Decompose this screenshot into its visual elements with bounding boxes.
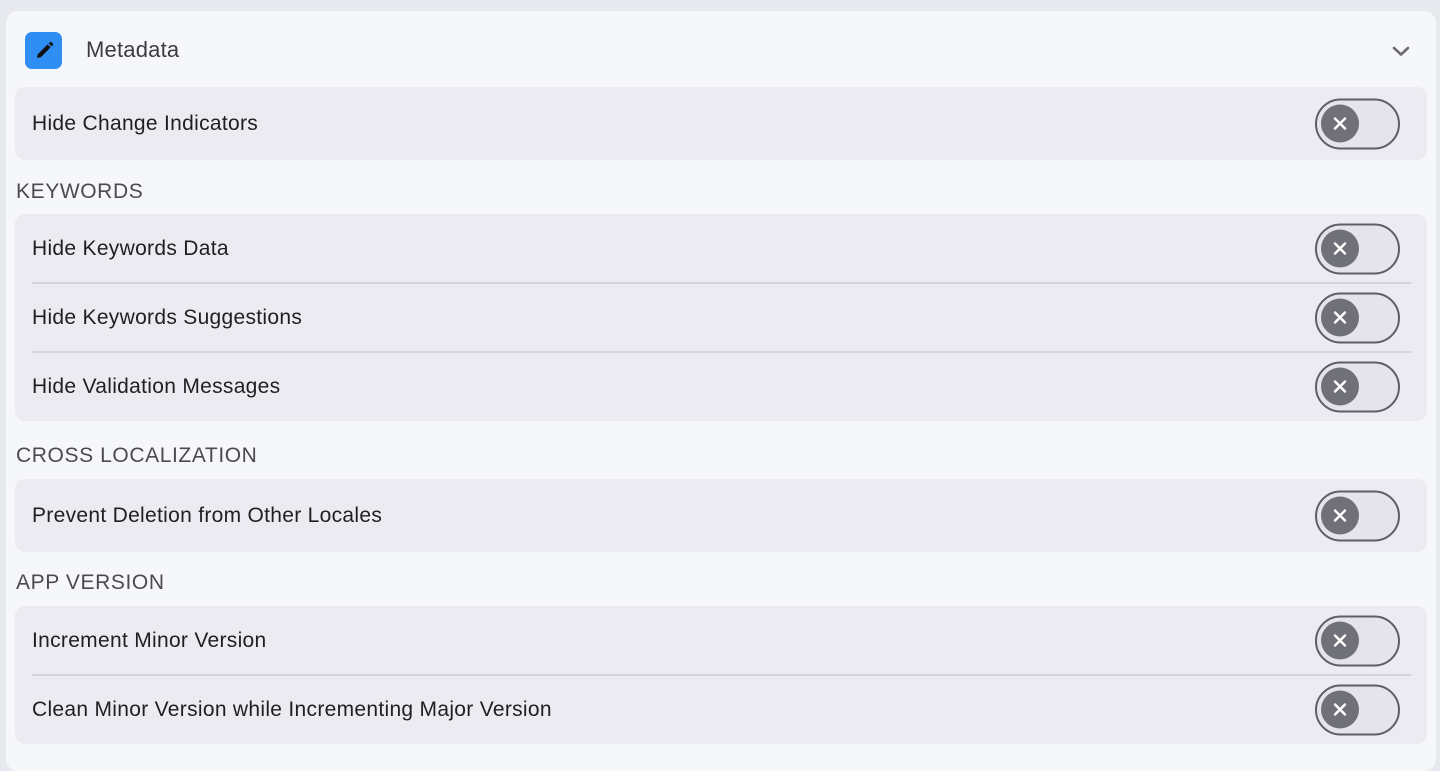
setting-row: Prevent Deletion from Other Locales bbox=[15, 479, 1427, 552]
metadata-panel: Metadata Hide Change Indicators KEYWORDS… bbox=[6, 11, 1436, 771]
section-label-cross-localization: CROSS LOCALIZATION bbox=[16, 444, 258, 467]
hide-change-indicators-toggle[interactable] bbox=[1315, 98, 1400, 149]
toggle-knob bbox=[1321, 690, 1359, 728]
x-icon bbox=[1333, 241, 1347, 255]
settings-card-app-version: Increment Minor Version Clean Minor Vers… bbox=[15, 606, 1427, 744]
prevent-deletion-toggle[interactable] bbox=[1315, 490, 1400, 541]
setting-label: Increment Minor Version bbox=[32, 628, 267, 652]
setting-row: Clean Minor Version while Incrementing M… bbox=[15, 674, 1427, 744]
setting-row: Hide Change Indicators bbox=[15, 87, 1427, 160]
settings-card-general: Hide Change Indicators bbox=[15, 87, 1427, 160]
setting-row: Hide Validation Messages bbox=[15, 351, 1427, 421]
x-icon bbox=[1333, 508, 1347, 522]
settings-card-cross-localization: Prevent Deletion from Other Locales bbox=[15, 479, 1427, 552]
toggle-knob bbox=[1321, 229, 1359, 267]
toggle-knob bbox=[1321, 298, 1359, 336]
toggle-knob bbox=[1321, 367, 1359, 405]
metadata-header[interactable]: Metadata bbox=[6, 11, 1436, 87]
toggle-knob bbox=[1321, 104, 1359, 142]
section-label-keywords: KEYWORDS bbox=[16, 180, 144, 203]
setting-label: Hide Change Indicators bbox=[32, 111, 259, 135]
clean-minor-version-toggle[interactable] bbox=[1315, 684, 1400, 735]
pencil-icon bbox=[25, 32, 62, 69]
hide-validation-messages-toggle[interactable] bbox=[1315, 361, 1400, 412]
settings-card-keywords: Hide Keywords Data Hide Keywords Suggest… bbox=[15, 214, 1427, 421]
setting-row: Hide Keywords Data bbox=[15, 214, 1427, 283]
setting-label: Hide Keywords Suggestions bbox=[32, 305, 303, 329]
setting-row: Increment Minor Version bbox=[15, 606, 1427, 675]
setting-label: Clean Minor Version while Incrementing M… bbox=[32, 697, 552, 721]
hide-keywords-suggestions-toggle[interactable] bbox=[1315, 292, 1400, 343]
x-icon bbox=[1333, 633, 1347, 647]
increment-minor-version-toggle[interactable] bbox=[1315, 615, 1400, 666]
x-icon bbox=[1333, 702, 1347, 716]
setting-row: Hide Keywords Suggestions bbox=[15, 282, 1427, 352]
section-label-app-version: APP VERSION bbox=[16, 571, 165, 594]
setting-label: Prevent Deletion from Other Locales bbox=[32, 503, 383, 527]
setting-label: Hide Validation Messages bbox=[32, 374, 281, 398]
x-icon bbox=[1333, 379, 1347, 393]
setting-label: Hide Keywords Data bbox=[32, 236, 229, 260]
toggle-knob bbox=[1321, 496, 1359, 534]
chevron-down-icon[interactable] bbox=[1391, 41, 1411, 61]
toggle-knob bbox=[1321, 621, 1359, 659]
hide-keywords-data-toggle[interactable] bbox=[1315, 223, 1400, 274]
x-icon bbox=[1333, 310, 1347, 324]
x-icon bbox=[1333, 116, 1347, 130]
section-title: Metadata bbox=[86, 37, 180, 62]
